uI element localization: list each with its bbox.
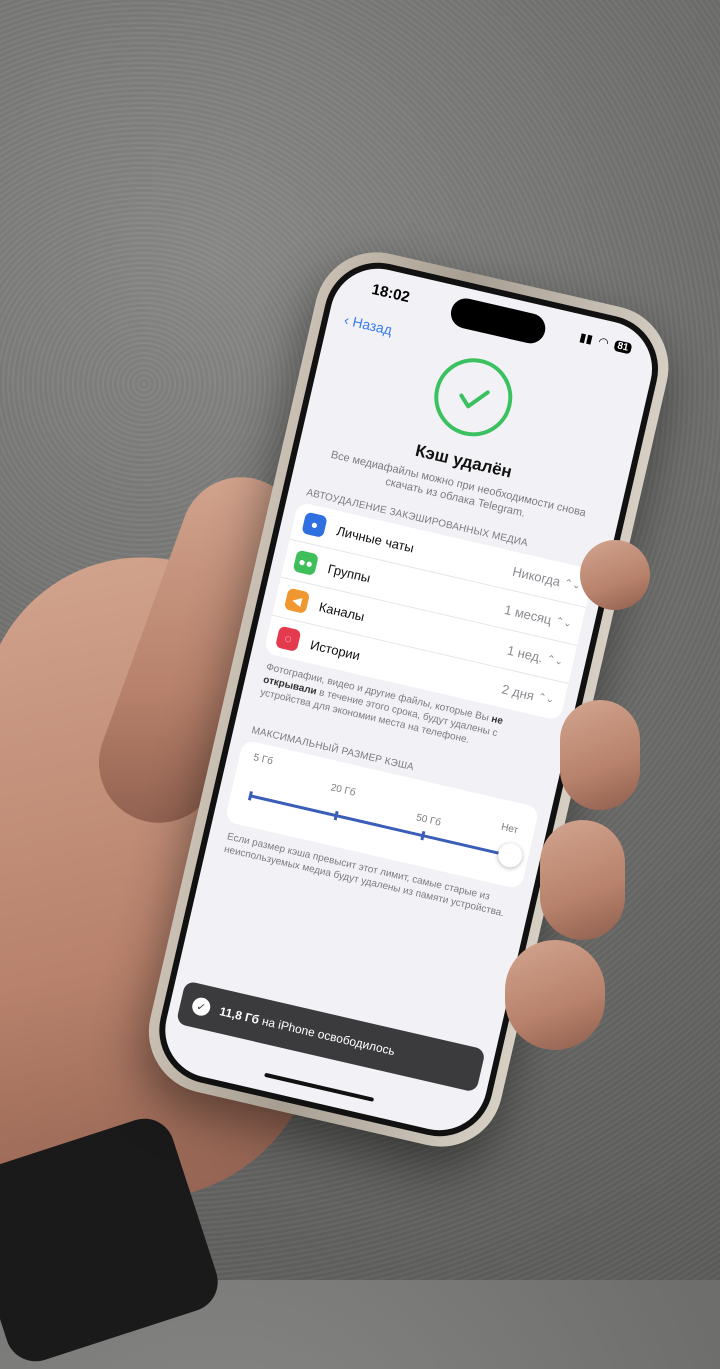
row-value: Никогда bbox=[511, 563, 562, 589]
slider-tick bbox=[420, 830, 426, 841]
back-button[interactable]: ‹ Назад bbox=[343, 312, 394, 339]
dynamic-island bbox=[447, 295, 549, 347]
slider-tick bbox=[247, 791, 253, 801]
check-icon: ✓ bbox=[190, 995, 213, 1018]
tick-label: 20 Гб bbox=[329, 782, 357, 799]
chevron-updown-icon: ⌃⌄ bbox=[554, 615, 574, 630]
slider-thumb[interactable] bbox=[495, 840, 525, 870]
hand-finger bbox=[560, 700, 640, 810]
status-icons: ▮▮ ◠ 81 bbox=[578, 330, 633, 356]
megaphone-icon: ◀ bbox=[283, 587, 311, 615]
tick-label: 5 Гб bbox=[252, 752, 274, 768]
slider-tick bbox=[334, 811, 340, 821]
wifi-icon: ◠ bbox=[596, 334, 611, 351]
hand-finger bbox=[505, 940, 605, 1050]
toast-message: на iPhone освободилось bbox=[257, 1013, 397, 1059]
tick-label: Нет bbox=[500, 821, 520, 837]
chevron-updown-icon: ⌃⌄ bbox=[536, 691, 556, 706]
hand-finger bbox=[540, 820, 625, 940]
tick-label: 50 Гб bbox=[415, 812, 442, 829]
hand-finger bbox=[580, 540, 650, 610]
chevron-updown-icon: ⌃⌄ bbox=[545, 653, 565, 668]
row-value: 1 месяц bbox=[503, 601, 554, 627]
status-time: 18:02 bbox=[370, 280, 412, 307]
chevron-updown-icon: ⌃⌄ bbox=[562, 577, 582, 592]
toast-amount: 11,8 Гб bbox=[218, 1004, 261, 1027]
row-value: 2 дня bbox=[500, 680, 536, 703]
person-icon: ● bbox=[301, 511, 328, 539]
home-indicator[interactable] bbox=[264, 1072, 375, 1102]
success-check-icon bbox=[426, 350, 521, 445]
back-label: Назад bbox=[351, 313, 394, 339]
battery-icon: 81 bbox=[613, 339, 633, 354]
signal-icon: ▮▮ bbox=[578, 329, 595, 347]
toast-text: 11,8 Гб на iPhone освободилось bbox=[218, 1004, 396, 1058]
stories-icon: ◌ bbox=[275, 625, 302, 653]
group-icon: ●● bbox=[292, 549, 319, 577]
row-value: 1 нед. bbox=[505, 642, 545, 665]
toast-notification: ✓ 11,8 Гб на iPhone освободилось bbox=[175, 980, 486, 1093]
